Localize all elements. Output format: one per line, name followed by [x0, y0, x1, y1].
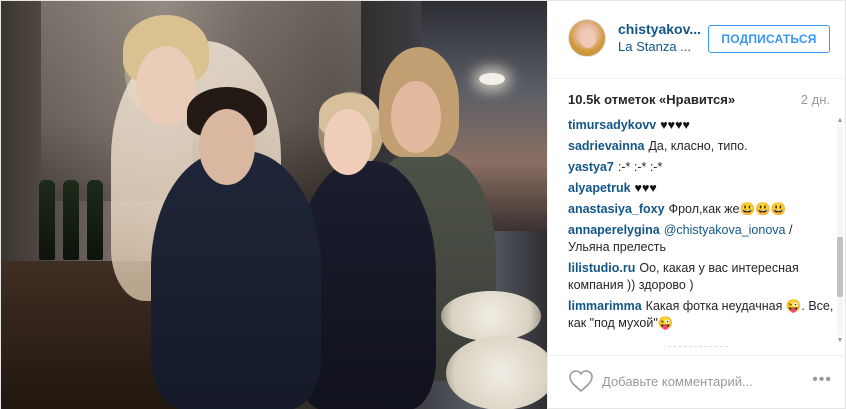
- photo-face: [391, 81, 441, 153]
- stats-row: 10.5k отметок «Нравится» 2 дн.: [568, 89, 830, 111]
- photo-plate: [446, 336, 547, 409]
- comment-text: Фрол,как же😃😃😃: [668, 202, 787, 216]
- comment-author[interactable]: timursadykovv: [568, 118, 656, 132]
- comment-item: alyapetruk ♥♥♥: [568, 180, 834, 197]
- comment-author[interactable]: lilistudio.ru: [568, 261, 635, 275]
- photo-person: [151, 151, 321, 409]
- comment-item: lilistudio.ru Оо, какая у вас интересная …: [568, 260, 834, 294]
- comments-scrollbar[interactable]: ▲ ▼: [836, 117, 844, 345]
- photo-face: [324, 109, 372, 175]
- comment-author[interactable]: sadrievainna: [568, 139, 644, 153]
- comment-author[interactable]: annaperelygina: [568, 223, 660, 237]
- comment-item: yastya7:-* :-* :-*: [568, 159, 834, 176]
- more-options-icon[interactable]: •••: [812, 372, 832, 388]
- post-photo[interactable]: [1, 1, 547, 409]
- instagram-post: chistyakov... La Stanza ... ПОДПИСАТЬСЯ …: [0, 0, 846, 409]
- scroll-thumb[interactable]: [837, 237, 843, 297]
- photo-car-light: [479, 73, 505, 85]
- photo-bottle: [63, 180, 79, 260]
- location-link[interactable]: La Stanza ...: [618, 39, 691, 54]
- comments-list: timursadykovv ♥♥♥♥ sadrievainna Да, класно…: [568, 117, 834, 345]
- photo-plate: [441, 291, 541, 341]
- comment-item: timursadykovv ♥♥♥♥: [568, 117, 834, 134]
- comments-divider: [668, 346, 728, 352]
- likes-count[interactable]: 10.5k отметок «Нравится»: [568, 92, 735, 107]
- comment-author[interactable]: limmarimma: [568, 299, 642, 313]
- comment-item: annaperelygina @chistyakova_ionova / Улья…: [568, 222, 834, 256]
- comment-text: ♥♥♥♥: [660, 118, 690, 132]
- heart-outline-icon[interactable]: [568, 369, 594, 393]
- scroll-track[interactable]: [837, 127, 843, 335]
- scroll-up-arrow-icon[interactable]: ▲: [836, 117, 844, 125]
- comment-mention[interactable]: @chistyakova_ionova: [664, 223, 786, 237]
- comment-item: sadrievainna Да, класно, типо.: [568, 138, 834, 155]
- post-sidebar: chistyakov... La Stanza ... ПОДПИСАТЬСЯ …: [547, 1, 846, 409]
- comment-author[interactable]: alyapetruk: [568, 181, 631, 195]
- avatar[interactable]: [568, 19, 606, 57]
- comment-composer: •••: [548, 355, 846, 409]
- comment-text: Да, класно, типо.: [648, 139, 748, 153]
- photo-bottle: [87, 180, 103, 260]
- comment-item: anastasiya_foxy Фрол,как же😃😃😃: [568, 201, 834, 218]
- photo-bottle: [39, 180, 55, 260]
- photo-face: [199, 109, 255, 185]
- comment-input[interactable]: [602, 370, 802, 392]
- comment-item: limmarimma Какая фотка неудачная 😜. Все, …: [568, 298, 834, 332]
- comment-author[interactable]: yastya7: [568, 160, 614, 174]
- follow-button[interactable]: ПОДПИСАТЬСЯ: [708, 25, 830, 53]
- comment-text: :-* :-* :-*: [617, 160, 663, 174]
- scroll-down-arrow-icon[interactable]: ▼: [836, 337, 844, 345]
- username-link[interactable]: chistyakov...: [618, 21, 701, 37]
- post-time[interactable]: 2 дн.: [801, 92, 830, 107]
- comment-text: ♥♥♥: [634, 181, 657, 195]
- comment-author[interactable]: anastasiya_foxy: [568, 202, 665, 216]
- post-header: chistyakov... La Stanza ... ПОДПИСАТЬСЯ: [548, 1, 846, 79]
